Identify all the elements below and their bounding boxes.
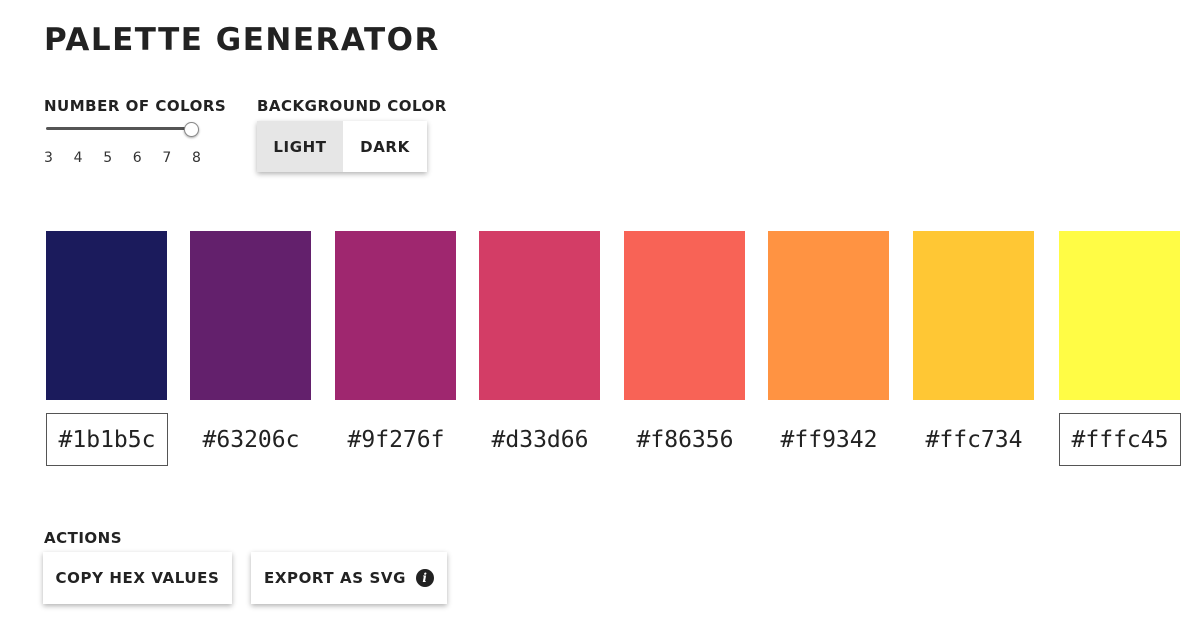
- light-option[interactable]: LIGHT: [257, 121, 343, 172]
- hex-value[interactable]: #ff9342: [768, 413, 890, 466]
- slider-thumb[interactable]: [184, 122, 199, 137]
- copy-hex-values-label: COPY HEX VALUES: [55, 569, 220, 587]
- slider-tick: 5: [103, 150, 113, 166]
- number-of-colors-slider[interactable]: [46, 122, 199, 137]
- dark-option[interactable]: DARK: [343, 121, 427, 172]
- slider-ticks: 3 4 5 6 7 8: [44, 150, 222, 166]
- hex-value[interactable]: #d33d66: [479, 413, 601, 466]
- color-swatch[interactable]: [768, 231, 889, 400]
- slider-tick: 8: [191, 150, 201, 166]
- hex-value[interactable]: #9f276f: [335, 413, 457, 466]
- color-swatch[interactable]: [335, 231, 456, 400]
- hex-value[interactable]: #63206c: [190, 413, 312, 466]
- color-swatch[interactable]: [46, 231, 167, 400]
- slider-tick: 3: [44, 150, 53, 166]
- slider-tick: 6: [132, 150, 142, 166]
- hex-value[interactable]: #fffc45: [1059, 413, 1181, 466]
- hex-value[interactable]: #1b1b5c: [46, 413, 168, 466]
- background-color-label: BACKGROUND COLOR: [257, 97, 447, 115]
- slider-tick: 7: [162, 150, 172, 166]
- color-swatch[interactable]: [913, 231, 1034, 400]
- copy-hex-values-button[interactable]: COPY HEX VALUES: [43, 552, 232, 604]
- actions-label: ACTIONS: [44, 529, 123, 547]
- slider-track: [46, 127, 194, 130]
- color-swatch[interactable]: [624, 231, 745, 400]
- page-title: PALETTE GENERATOR: [44, 22, 440, 58]
- slider-tick: 4: [73, 150, 83, 166]
- hex-value[interactable]: #f86356: [624, 413, 746, 466]
- color-swatch[interactable]: [479, 231, 600, 400]
- color-swatch[interactable]: [190, 231, 311, 400]
- background-color-toggle: LIGHT DARK: [257, 121, 427, 172]
- export-as-svg-button[interactable]: EXPORT AS SVG i: [251, 552, 447, 604]
- export-as-svg-label: EXPORT AS SVG: [263, 569, 407, 587]
- info-icon[interactable]: i: [416, 569, 435, 587]
- number-of-colors-label: NUMBER OF COLORS: [44, 97, 227, 115]
- hex-value[interactable]: #ffc734: [913, 413, 1035, 466]
- color-swatch[interactable]: [1059, 231, 1180, 400]
